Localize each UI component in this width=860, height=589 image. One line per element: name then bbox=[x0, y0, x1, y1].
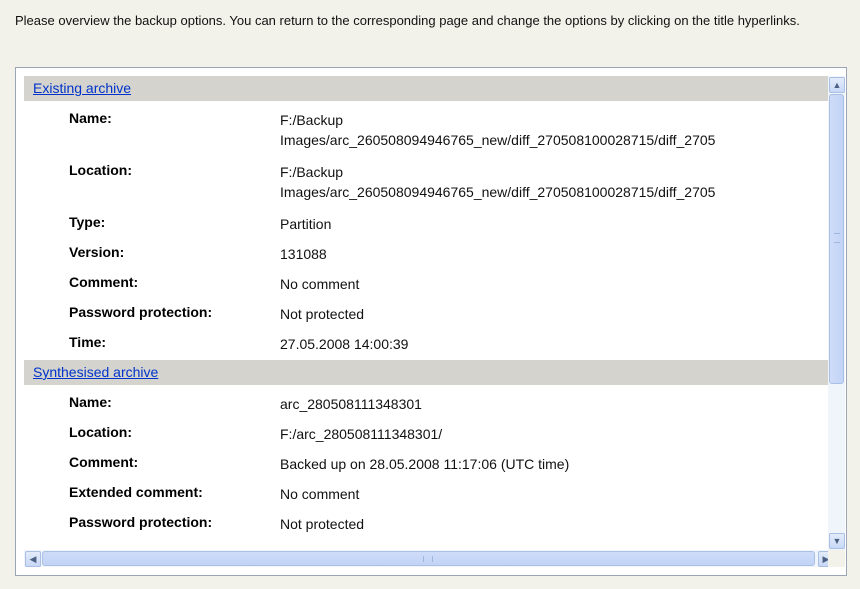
synth-name-value: arc_280508111348301 bbox=[280, 396, 422, 412]
synth-password-value: Not protected bbox=[280, 516, 365, 532]
synth-ext-comment-value: No comment bbox=[280, 486, 360, 502]
existing-password-label: Password protection: bbox=[69, 304, 213, 320]
existing-version-label: Version: bbox=[69, 244, 125, 260]
existing-version-value: 131088 bbox=[280, 246, 327, 262]
synthesised-archive-link[interactable]: Synthesised archive bbox=[33, 364, 158, 380]
arrow-left-icon: ◀ bbox=[29, 554, 37, 564]
synth-name-label: Name: bbox=[69, 394, 112, 410]
synth-location-label: Location: bbox=[69, 424, 132, 440]
existing-time-value: 27.05.2008 14:00:39 bbox=[280, 336, 409, 352]
existing-type-label: Type: bbox=[69, 214, 106, 230]
existing-archive-link[interactable]: Existing archive bbox=[33, 80, 131, 96]
scroll-down-button[interactable]: ▼ bbox=[829, 533, 845, 549]
horizontal-scrollbar[interactable]: ◀ ▶ bbox=[24, 550, 835, 567]
scrollbar-corner bbox=[828, 550, 845, 567]
horizontal-scroll-thumb[interactable] bbox=[42, 551, 815, 566]
existing-comment-label: Comment: bbox=[69, 274, 139, 290]
synth-comment-label: Comment: bbox=[69, 454, 139, 470]
vertical-scrollbar[interactable]: ▲ ▼ bbox=[828, 76, 845, 550]
existing-location-value: F:/Backup Images/arc_260508094946765_new… bbox=[280, 164, 716, 200]
grip-icon bbox=[834, 233, 840, 243]
synth-comment-value: Backed up on 28.05.2008 11:17:06 (UTC ti… bbox=[280, 456, 570, 472]
existing-location-label: Location: bbox=[69, 162, 132, 178]
existing-type-value: Partition bbox=[280, 216, 332, 232]
synth-ext-comment-label: Extended comment: bbox=[69, 484, 203, 500]
arrow-up-icon: ▲ bbox=[832, 80, 842, 90]
grip-icon bbox=[423, 556, 433, 562]
existing-time-label: Time: bbox=[69, 334, 107, 350]
existing-name-value: F:/Backup Images/arc_260508094946765_new… bbox=[280, 112, 716, 148]
scroll-left-button[interactable]: ◀ bbox=[25, 551, 41, 567]
instructions-text: Please overview the backup options. You … bbox=[15, 13, 800, 28]
existing-name-label: Name: bbox=[69, 110, 112, 126]
existing-password-value: Not protected bbox=[280, 306, 365, 322]
synth-location-value: F:/arc_280508111348301/ bbox=[280, 426, 443, 442]
section-header-existing-archive: Existing archive bbox=[24, 76, 835, 101]
synth-password-label: Password protection: bbox=[69, 514, 213, 530]
backup-summary-panel: Existing archive Name: F:/Backup Images/… bbox=[15, 67, 847, 576]
existing-comment-value: No comment bbox=[280, 276, 360, 292]
summary-list: Existing archive Name: F:/Backup Images/… bbox=[24, 76, 835, 550]
vertical-scroll-thumb[interactable] bbox=[829, 94, 844, 384]
arrow-down-icon: ▼ bbox=[832, 536, 842, 546]
scroll-up-button[interactable]: ▲ bbox=[829, 77, 845, 93]
section-header-synthesised-archive: Synthesised archive bbox=[24, 360, 835, 385]
